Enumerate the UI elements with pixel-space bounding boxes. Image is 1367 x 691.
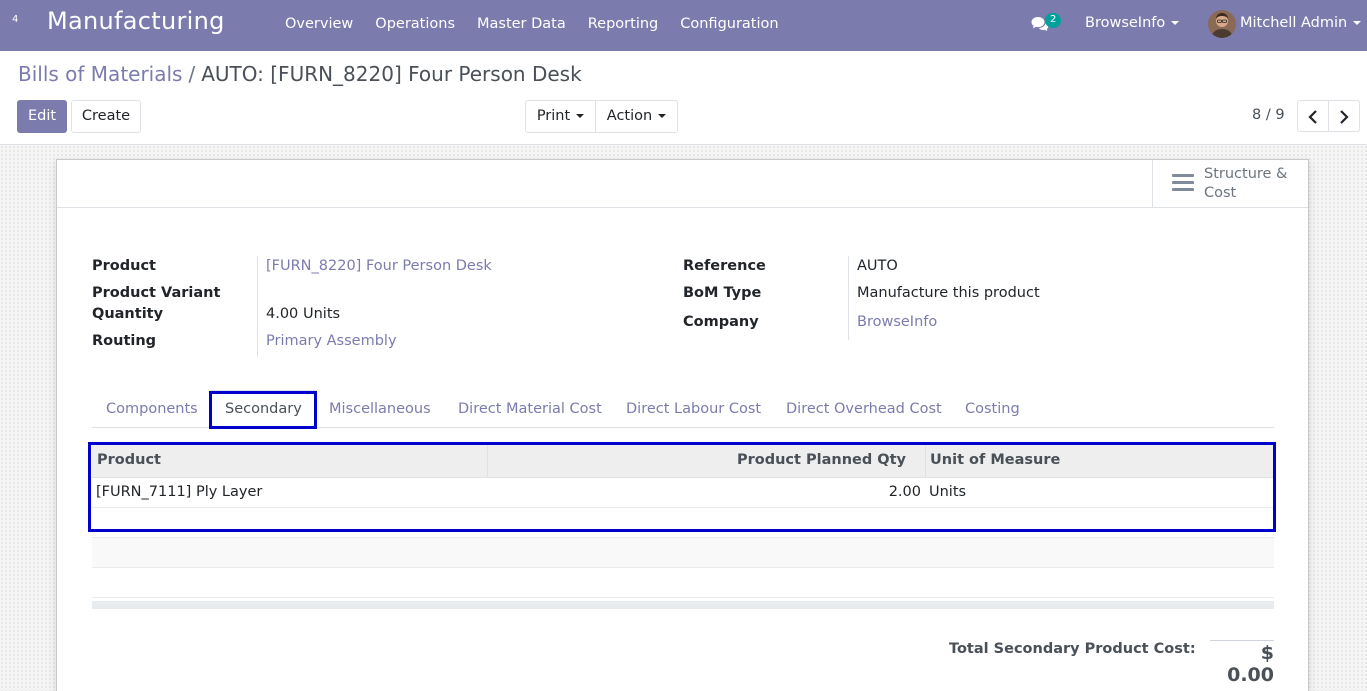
top-navbar: 4 Manufacturing Overview Operations Mast… [0, 0, 1367, 51]
tab-direct-overhead-cost[interactable]: Direct Overhead Cost [786, 390, 942, 428]
edit-button[interactable]: Edit [17, 100, 67, 133]
routing-label: Routing [92, 333, 157, 349]
app-brand[interactable]: Manufacturing [47, 7, 225, 35]
tab-direct-material-cost[interactable]: Direct Material Cost [458, 390, 602, 428]
menu-reporting[interactable]: Reporting [577, 0, 670, 51]
chevron-down-icon [576, 114, 585, 118]
bom-type-field[interactable]: Manufacture this product [857, 283, 1040, 304]
print-dropdown[interactable]: Print [525, 100, 596, 133]
table-highlight-box [88, 442, 1276, 532]
action-dropdown-label: Action [606, 108, 653, 124]
company-switcher-label: BrowseInfo [1085, 15, 1166, 31]
form-sheet: Structure & Cost Product [FURN_8220] Fou… [56, 159, 1309, 691]
print-dropdown-label: Print [536, 108, 571, 124]
action-dropdown[interactable]: Action [595, 100, 678, 133]
tab-components[interactable]: Components [106, 390, 198, 428]
menu-configuration[interactable]: Configuration [669, 0, 789, 51]
menu-operations[interactable]: Operations [364, 0, 466, 51]
field-separator [848, 256, 849, 340]
breadcrumb-parent[interactable]: Bills of Materials [18, 62, 182, 86]
control-panel: Bills of Materials / AUTO: [FURN_8220] Fou… [0, 51, 1367, 145]
quantity-uom: Units [303, 306, 341, 322]
pager-previous-button[interactable] [1297, 100, 1329, 132]
total-secondary-cost-label: Total Secondary Product Cost: [949, 641, 1196, 657]
create-button[interactable]: Create [71, 100, 141, 133]
company-label: Company [683, 314, 759, 330]
bom-type-label: BoM Type [683, 285, 762, 301]
structure-cost-button[interactable]: Structure & Cost [1152, 160, 1308, 208]
breadcrumb-current: AUTO: [FURN_8220] Four Person Desk [201, 62, 582, 86]
company-field[interactable]: BrowseInfo [857, 312, 937, 333]
breadcrumb-separator: / [188, 62, 196, 86]
table-row [92, 538, 1274, 568]
apps-menu-icon[interactable]: 4 [12, 14, 18, 25]
form-view: Structure & Cost Product [FURN_8220] Fou… [0, 145, 1367, 691]
routing-field[interactable]: Primary Assembly [266, 331, 397, 352]
messaging-menu[interactable]: 2 [1031, 13, 1065, 34]
product-field[interactable]: [FURN_8220] Four Person Desk [266, 256, 492, 277]
avatar[interactable] [1208, 10, 1236, 38]
breadcrumb: Bills of Materials / AUTO: [FURN_8220] Fou… [18, 62, 582, 86]
chevron-down-icon [658, 114, 667, 118]
quantity-label: Quantity [92, 306, 164, 322]
user-menu-label: Mitchell Admin [1240, 15, 1348, 31]
reference-label: Reference [683, 258, 766, 274]
quantity-field[interactable]: 4.00 [266, 304, 298, 325]
tab-direct-labour-cost[interactable]: Direct Labour Cost [626, 390, 761, 428]
company-switcher[interactable]: BrowseInfo [1085, 15, 1180, 31]
menu-overview[interactable]: Overview [274, 0, 364, 51]
bars-icon [1172, 174, 1194, 191]
reference-field[interactable]: AUTO [857, 256, 898, 277]
product-variant-label: Product Variant [92, 285, 221, 301]
chevron-left-icon [1308, 110, 1317, 124]
messages-count-badge: 2 [1045, 13, 1062, 28]
chevron-down-icon [1353, 21, 1362, 25]
user-menu[interactable]: Mitchell Admin [1240, 15, 1362, 31]
product-label: Product [92, 258, 156, 274]
field-separator [257, 256, 258, 357]
tab-costing[interactable]: Costing [965, 390, 1020, 428]
pager-value[interactable]: 8 / 9 [1252, 107, 1285, 123]
menu-master-data[interactable]: Master Data [466, 0, 577, 51]
pager-next-button[interactable] [1328, 100, 1360, 132]
total-secondary-cost-value: $ 0.00 [1210, 640, 1274, 686]
tab-miscellaneous[interactable]: Miscellaneous [329, 390, 431, 428]
chevron-down-icon [1171, 21, 1180, 25]
chevron-right-icon [1340, 110, 1349, 124]
main-menu: Overview Operations Master Data Reportin… [274, 0, 790, 51]
structure-cost-label: Structure & Cost [1204, 166, 1288, 201]
button-box: Structure & Cost [57, 160, 1308, 208]
table-row [92, 568, 1274, 598]
tab-highlight-box [209, 391, 317, 429]
table-footer [92, 601, 1274, 609]
